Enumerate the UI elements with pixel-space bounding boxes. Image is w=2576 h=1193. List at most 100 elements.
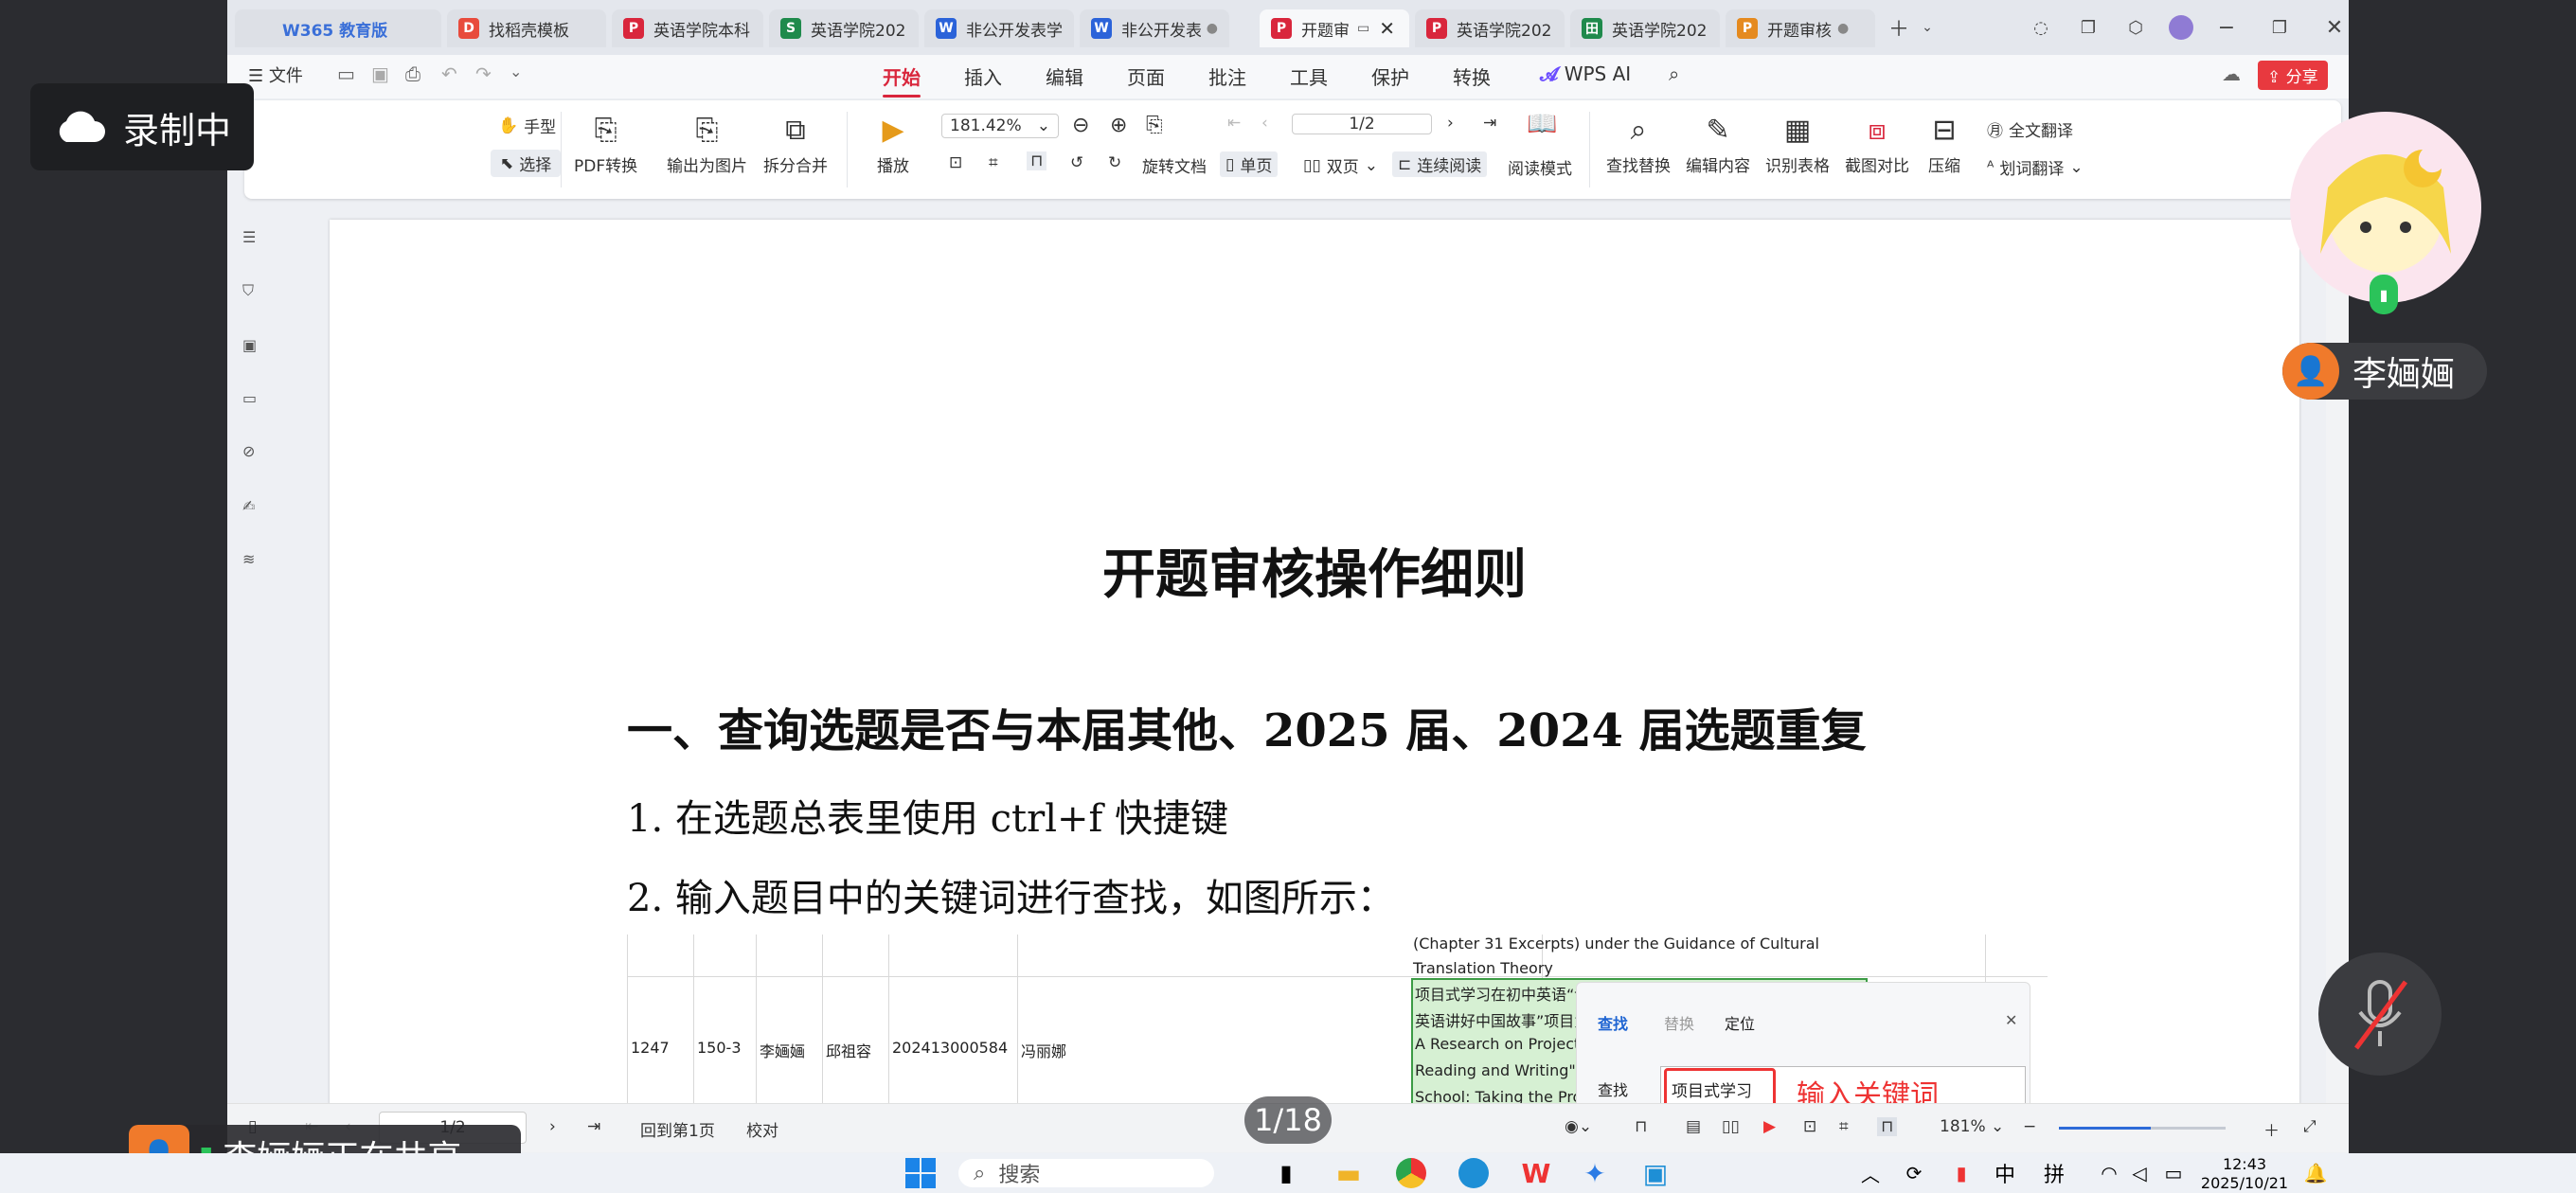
share-button[interactable]: ⇪ 分享 (2258, 61, 2328, 90)
tab-docer-templates[interactable]: D 找稻壳模板 (447, 9, 606, 47)
app-icon[interactable]: ✦ (1576, 1158, 1614, 1189)
tab-word-2[interactable]: W 非公开发表 ● (1080, 9, 1229, 47)
tab-w365[interactable]: W365 教育版 (235, 9, 441, 47)
open-icon[interactable]: ▭ (337, 62, 355, 85)
fullscreen-icon[interactable]: ⊡ (1803, 1117, 1816, 1136)
windows-start-icon[interactable] (902, 1158, 939, 1188)
expand-icon[interactable]: ⤢ (2303, 1117, 2317, 1136)
menu-convert[interactable]: 转换 (1453, 62, 1491, 90)
outline-icon[interactable]: ☰ (242, 228, 269, 255)
file-explorer-icon[interactable]: ▬ (1330, 1158, 1368, 1189)
restore-icon[interactable]: ❐ (2265, 13, 2294, 42)
signature-icon[interactable]: ✍ (242, 497, 269, 524)
menu-comment[interactable]: 批注 (1208, 62, 1246, 90)
bookmark-icon[interactable]: ⛉ (242, 281, 269, 308)
print-icon[interactable]: ⎙ (405, 62, 420, 85)
thumbnail-icon[interactable]: ▣ (242, 336, 269, 363)
save-icon[interactable]: ▣ (371, 62, 389, 85)
menu-insert[interactable]: 插入 (964, 62, 1002, 90)
menu-tools[interactable]: 工具 (1290, 62, 1328, 90)
fit-page-icon[interactable]: ⌗ (1839, 1117, 1849, 1136)
rotate-doc-button[interactable]: 旋转文档 (1142, 153, 1207, 177)
chat-icon[interactable]: ◌ (2027, 13, 2055, 42)
actual-size-icon[interactable]: ⊡ (949, 153, 962, 172)
fit-icon[interactable]: ⎘ (1146, 114, 1163, 137)
next-page-icon[interactable]: › (1447, 114, 1454, 133)
undo-icon[interactable]: ↶ (441, 62, 457, 85)
zoom-in-icon[interactable]: ⊕ (1110, 114, 1127, 137)
zoom-status[interactable]: 181% ⌄ (1940, 1117, 2004, 1136)
tab-sheet-1[interactable]: S 英语学院202 (769, 9, 919, 47)
task-view-icon[interactable]: ▮ (1267, 1159, 1305, 1187)
first-page-icon[interactable]: ⇤ (1227, 114, 1241, 133)
lang-indicator-2[interactable]: 拼 (2040, 1159, 2068, 1187)
hand-tool-button[interactable]: ✋ 手型 (498, 114, 556, 138)
eye-icon[interactable]: ◉⌄ (1565, 1117, 1592, 1136)
recognize-table-button[interactable]: ▦ 识别表格 (1765, 114, 1830, 176)
pdf-convert-button[interactable]: ⎘ PDF转换 (574, 114, 637, 176)
tab-ppt[interactable]: P 开题审核 ● (1726, 9, 1875, 47)
play-button[interactable]: ▶ 播放 (877, 114, 909, 176)
single-page-icon[interactable]: ▤ (1686, 1117, 1701, 1136)
lang-indicator-1[interactable]: 中 (1991, 1159, 2019, 1187)
minimize-icon[interactable]: − (2212, 13, 2241, 42)
layers-icon[interactable]: ≋ (242, 550, 269, 577)
mic-icon[interactable]: ▮ (1947, 1159, 1976, 1187)
tab-pdf-1[interactable]: P 英语学院本科 (612, 9, 763, 47)
wifi-icon[interactable]: ◠ (2095, 1159, 2123, 1187)
file-menu[interactable]: ☰ 文件 (248, 62, 303, 87)
find-replace-button[interactable]: ⌕ 查找替换 (1606, 114, 1671, 176)
back-to-first-button[interactable]: 回到第1页 (640, 1117, 715, 1141)
chrome-icon[interactable] (1392, 1158, 1430, 1188)
double-page-icon[interactable]: ▯▯ (1722, 1117, 1740, 1136)
fit-width-icon[interactable]: ⊓ (1635, 1117, 1647, 1136)
battery-icon[interactable]: ▭ (2159, 1159, 2188, 1187)
export-image-button[interactable]: ⎘ 输出为图片 (667, 114, 747, 176)
zoom-out-icon[interactable]: − (2023, 1117, 2036, 1136)
mute-button[interactable] (2318, 953, 2442, 1076)
volume-icon[interactable]: ◁ (2125, 1159, 2154, 1187)
wps-icon[interactable]: W (1517, 1158, 1555, 1189)
read-mode-button[interactable]: 阅读模式 (1508, 155, 1572, 179)
zoom-slider[interactable] (2059, 1127, 2226, 1130)
tab-pdf-3[interactable]: P 英语学院202 (1415, 9, 1565, 47)
menu-edit[interactable]: 编辑 (1046, 62, 1083, 90)
rotate-left-icon[interactable]: ↺ (1070, 153, 1083, 172)
attachment-icon[interactable]: ⊘ (242, 442, 269, 469)
comment-icon[interactable]: ▭ (242, 389, 269, 416)
last-page-icon[interactable]: ⇥ (587, 1117, 600, 1136)
search-icon[interactable]: ⌕ (1669, 62, 1679, 85)
cube-icon[interactable]: ⬡ (2121, 13, 2150, 42)
select-tool-button[interactable]: ⬉ 选择 (491, 150, 562, 177)
zoom-in-icon[interactable]: ＋ (2263, 1117, 2280, 1141)
notification-icon[interactable]: 🔔 (2301, 1159, 2330, 1187)
zoom-select[interactable]: 181.42% ⌄ (941, 114, 1059, 138)
continuous-icon[interactable]: ⊓ (1877, 1117, 1898, 1136)
continuous-read-button[interactable]: ⊏ 连续阅读 (1392, 151, 1488, 177)
new-tab-icon[interactable]: ＋ (1885, 13, 1913, 42)
next-page-icon[interactable]: › (549, 1117, 556, 1136)
taskbar-search[interactable]: ⌕ 搜索 (958, 1159, 1214, 1187)
full-translate-button[interactable]: ㊊全文翻译 (1987, 117, 2073, 141)
chevron-down-icon[interactable]: ⌄ (1913, 13, 1941, 42)
avatar[interactable] (2167, 13, 2195, 42)
meeting-icon[interactable]: ▣ (1637, 1158, 1674, 1189)
menu-page[interactable]: 页面 (1127, 62, 1165, 90)
chevron-up-icon[interactable]: ︿ (1856, 1159, 1885, 1187)
redo-icon[interactable]: ↷ (475, 62, 492, 85)
proofread-button[interactable]: 校对 (746, 1117, 778, 1141)
prev-page-icon[interactable]: ‹ (1261, 114, 1268, 133)
double-page-button[interactable]: ▯▯ 双页 ⌄ (1303, 153, 1378, 178)
screenshot-compare-button[interactable]: ⧈ 截图对比 (1845, 114, 1909, 176)
fit-width-icon[interactable]: ⊓ (1027, 151, 1047, 170)
sync-icon[interactable]: ⟳ (1900, 1159, 1928, 1187)
window-icon[interactable]: ❐ (2074, 13, 2102, 42)
edge-icon[interactable] (1455, 1158, 1493, 1188)
rotate-right-icon[interactable]: ↻ (1108, 153, 1121, 172)
wps-ai-button[interactable]: 𝓐 WPS AI (1540, 62, 1631, 85)
split-merge-button[interactable]: ⧉ 拆分合并 (763, 114, 828, 176)
menu-start[interactable]: 开始 (883, 62, 921, 98)
zoom-out-icon[interactable]: ⊖ (1072, 114, 1089, 137)
fit-page-icon[interactable]: ⌗ (989, 153, 998, 172)
menu-protect[interactable]: 保护 (1371, 62, 1409, 90)
